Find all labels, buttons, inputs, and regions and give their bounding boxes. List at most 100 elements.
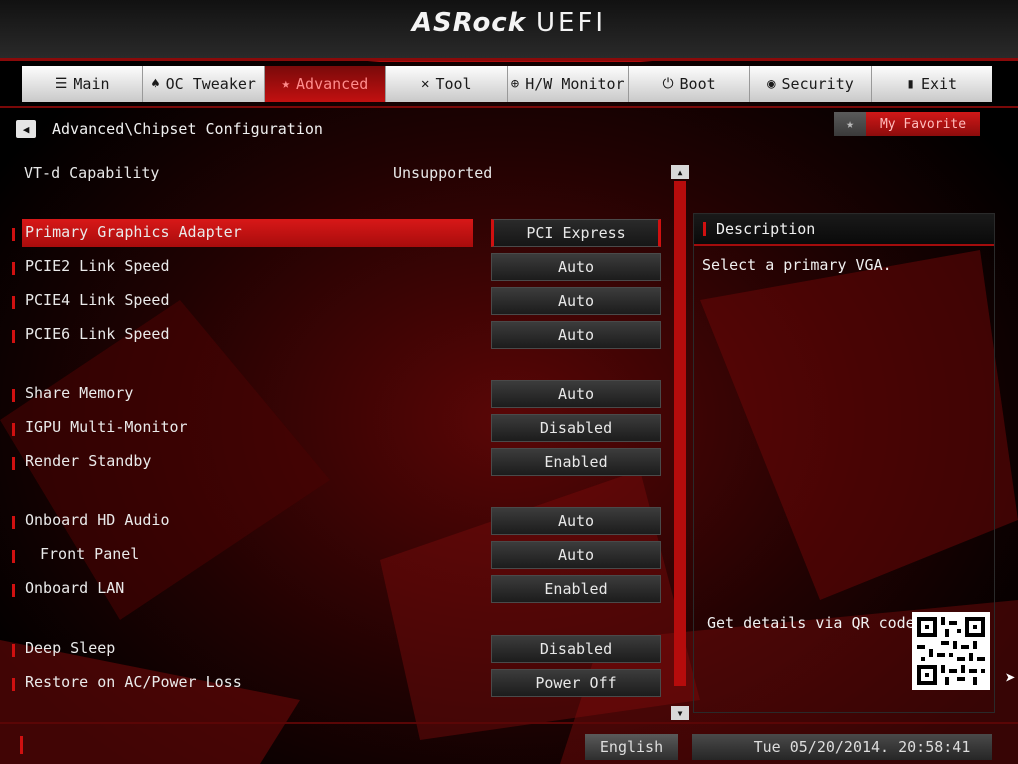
setting-label: Onboard LAN [25, 579, 125, 597]
setting-row-onboard-hd-audio[interactable]: Onboard HD Audio Auto [0, 507, 665, 535]
setting-label: IGPU Multi-Monitor [25, 418, 188, 436]
back-arrow-icon[interactable]: ◀ [16, 120, 36, 138]
row-marker [12, 262, 15, 275]
vt-d-capability-row: VT-d Capability Unsupported [24, 164, 494, 182]
setting-value-dropdown[interactable]: Auto [491, 253, 661, 281]
my-favorite-button[interactable]: ★ My Favorite [834, 112, 980, 136]
setting-row-deep-sleep[interactable]: Deep Sleep Disabled [0, 635, 665, 663]
setting-label: Onboard HD Audio [25, 511, 170, 529]
row-marker [12, 584, 15, 597]
setting-value-dropdown[interactable]: Auto [491, 507, 661, 535]
scroll-down-icon[interactable]: ▼ [671, 706, 689, 720]
tab-label: Advanced [296, 75, 369, 93]
row-marker [12, 423, 15, 436]
setting-label: Share Memory [25, 384, 134, 402]
exit-icon: ▮ [906, 76, 915, 92]
settings-scrollbar[interactable]: ▲ ▼ [671, 165, 689, 720]
row-marker [12, 516, 15, 529]
setting-label: Render Standby [25, 452, 152, 470]
scrollbar-thumb[interactable] [674, 181, 686, 686]
tab-label: Exit [920, 75, 958, 93]
language-button[interactable]: English [585, 734, 678, 760]
row-marker [12, 644, 15, 657]
qr-code-icon [917, 617, 985, 685]
row-marker [12, 228, 15, 241]
product-name: UEFI [536, 8, 607, 38]
row-marker [12, 678, 15, 691]
row-marker [12, 457, 15, 470]
rocket-icon: ♠ [151, 76, 160, 92]
setting-row-primary-graphics-adapter[interactable]: Primary Graphics Adapter PCI Express [0, 219, 665, 247]
setting-value-dropdown[interactable]: Enabled [491, 448, 661, 476]
star-icon: ★ [834, 112, 866, 136]
description-title: Description [716, 220, 816, 238]
setting-value-dropdown[interactable]: Auto [491, 541, 661, 569]
setting-value: Unsupported [393, 164, 493, 182]
date-time-display: Tue 05/20/2014. 20:58:41 [692, 734, 992, 760]
setting-row-render-standby[interactable]: Render Standby Enabled [0, 448, 665, 476]
setting-value-dropdown[interactable]: Disabled [491, 635, 661, 663]
setting-row-pcie4-link-speed[interactable]: PCIE4 Link Speed Auto [0, 287, 665, 315]
description-text: Select a primary VGA. [702, 256, 892, 274]
setting-row-pcie2-link-speed[interactable]: PCIE2 Link Speed Auto [0, 253, 665, 281]
tab-oc-tweaker[interactable]: ♠ OC Tweaker [143, 66, 265, 102]
tab-boot[interactable]: ⏻ Boot [628, 66, 751, 102]
star-icon: ★ [281, 76, 291, 92]
setting-label: Primary Graphics Adapter [25, 223, 242, 241]
header-marker [703, 222, 706, 236]
setting-row-front-panel[interactable]: Front Panel Auto [0, 541, 665, 569]
setting-row-share-memory[interactable]: Share Memory Auto [0, 380, 665, 408]
setting-row-restore-on-ac-power-loss[interactable]: Restore on AC/Power Loss Power Off [0, 669, 665, 697]
tab-label: H/W Monitor [525, 75, 625, 93]
setting-row-onboard-lan[interactable]: Onboard LAN Enabled [0, 575, 665, 603]
row-marker [12, 389, 15, 402]
setting-label: Deep Sleep [25, 639, 116, 657]
my-favorite-label: My Favorite [866, 112, 980, 136]
setting-label: PCIE4 Link Speed [25, 291, 170, 309]
setting-value-dropdown[interactable]: Auto [491, 321, 661, 349]
brand-name: ASRock [411, 8, 527, 38]
scroll-up-icon[interactable]: ▲ [671, 165, 689, 179]
qr-code-label: Get details via QR code [707, 614, 915, 632]
setting-value-dropdown[interactable]: Auto [491, 380, 661, 408]
monitor-icon: ⊕ [510, 76, 520, 92]
setting-label: VT-d Capability [24, 164, 160, 182]
tab-exit[interactable]: ▮ Exit [871, 66, 992, 102]
row-marker [12, 550, 15, 563]
tab-tool[interactable]: ✕ Tool [386, 66, 508, 102]
setting-value-dropdown[interactable]: Auto [491, 287, 661, 315]
setting-value-dropdown[interactable]: PCI Express [491, 219, 661, 247]
tab-label: Tool [435, 75, 472, 93]
setting-value-dropdown[interactable]: Disabled [491, 414, 661, 442]
tab-label: Main [73, 75, 110, 93]
setting-row-igpu-multi-monitor[interactable]: IGPU Multi-Monitor Disabled [0, 414, 665, 442]
tab-label: OC Tweaker [165, 75, 256, 93]
list-icon: ☰ [54, 76, 68, 92]
description-panel: Description Select a primary VGA. Get de… [693, 213, 995, 713]
setting-label: Restore on AC/Power Loss [25, 673, 242, 691]
row-marker [12, 330, 15, 343]
setting-row-pcie6-link-speed[interactable]: PCIE6 Link Speed Auto [0, 321, 665, 349]
footer-marker [20, 736, 23, 754]
breadcrumb: ◀ Advanced\Chipset Configuration [16, 120, 323, 138]
main-nav: ☰ Main ♠ OC Tweaker ★ Advanced ✕ Tool ⊕ … [22, 66, 992, 102]
shield-icon: ◉ [767, 76, 776, 92]
header: ASRock UEFI [0, 0, 1018, 60]
setting-label: Front Panel [40, 545, 140, 563]
description-header: Description [694, 214, 994, 246]
brand-logo: ASRock UEFI [0, 8, 1018, 38]
setting-label: PCIE2 Link Speed [25, 257, 170, 275]
tab-main[interactable]: ☰ Main [22, 66, 144, 102]
tab-label: Security [781, 75, 854, 93]
row-marker [12, 296, 15, 309]
tab-advanced[interactable]: ★ Advanced [264, 66, 387, 102]
qr-code-image [912, 612, 990, 690]
power-icon: ⏻ [662, 76, 674, 92]
tools-icon: ✕ [421, 76, 430, 92]
setting-value-dropdown[interactable]: Power Off [491, 669, 661, 697]
setting-label: PCIE6 Link Speed [25, 325, 170, 343]
setting-value-dropdown[interactable]: Enabled [491, 575, 661, 603]
footer-bar: English Tue 05/20/2014. 20:58:41 [0, 728, 1018, 764]
tab-security[interactable]: ◉ Security [750, 66, 872, 102]
tab-hw-monitor[interactable]: ⊕ H/W Monitor [507, 66, 629, 102]
